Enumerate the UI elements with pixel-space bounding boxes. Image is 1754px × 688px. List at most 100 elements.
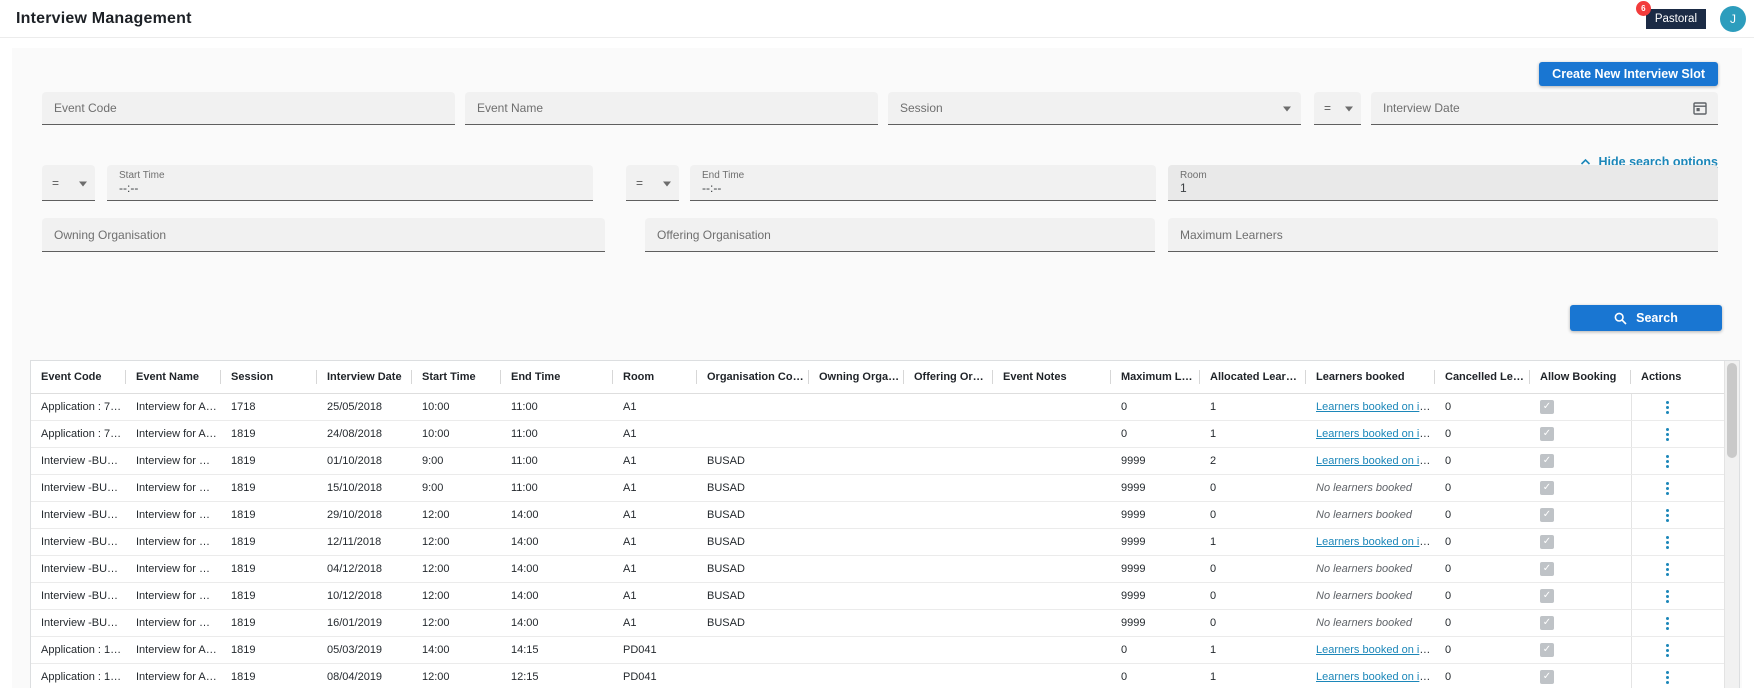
interview-date-operator-select[interactable]: = xyxy=(1314,92,1361,125)
search-button[interactable]: Search xyxy=(1570,305,1722,331)
cell-cancelled-learners: 0 xyxy=(1435,636,1530,663)
offering-organisation-input[interactable]: Offering Organisation xyxy=(645,218,1155,252)
chevron-down-icon xyxy=(1345,107,1353,112)
cell-room: A1 xyxy=(613,555,697,582)
table-scrollbar-thumb[interactable] xyxy=(1727,363,1737,458)
cell-event-code: Interview -BUS A... xyxy=(31,528,126,555)
column-header-cancelled-learners[interactable]: Cancelled Learners xyxy=(1435,361,1530,393)
cell-interview-date: 04/12/2018 xyxy=(317,555,412,582)
row-actions-button[interactable] xyxy=(1660,478,1675,499)
table-row: Interview -BUS A...Interview for Busi...… xyxy=(31,582,1726,609)
cell-event-name: Interview for Appl... xyxy=(126,393,221,420)
owning-organisation-input[interactable]: Owning Organisation xyxy=(42,218,605,252)
row-actions-button[interactable] xyxy=(1660,505,1675,526)
row-actions-button[interactable] xyxy=(1660,424,1675,445)
column-header-event-notes[interactable]: Event Notes xyxy=(993,361,1111,393)
cell-event-notes xyxy=(993,663,1111,688)
column-header-allocated-learners[interactable]: Allocated Learners xyxy=(1200,361,1306,393)
cell-owning-organisation xyxy=(809,636,904,663)
row-actions-button[interactable] xyxy=(1660,586,1675,607)
cell-actions xyxy=(1631,393,1726,420)
cell-room: A1 xyxy=(613,582,697,609)
column-header-maximum-learn[interactable]: Maximum Learn... xyxy=(1111,361,1200,393)
cell-end-time: 14:00 xyxy=(501,501,613,528)
row-actions-button[interactable] xyxy=(1660,667,1675,688)
cell-allow-booking xyxy=(1530,474,1631,501)
column-header-event-name[interactable]: Event Name xyxy=(126,361,221,393)
start-time-label: Start Time xyxy=(119,170,165,181)
cell-session: 1819 xyxy=(221,555,317,582)
column-header-start-time[interactable]: Start Time xyxy=(412,361,501,393)
table-scrollbar[interactable] xyxy=(1724,361,1739,688)
event-name-input[interactable]: Event Name xyxy=(465,92,878,125)
cell-allocated-learners: 2 xyxy=(1200,447,1306,474)
row-actions-button[interactable] xyxy=(1660,397,1675,418)
column-header-organisation-code[interactable]: Organisation Code xyxy=(697,361,809,393)
cell-organisation-code xyxy=(697,393,809,420)
event-code-input[interactable]: Event Code xyxy=(42,92,455,125)
cell-room: PD041 xyxy=(613,663,697,688)
room-input[interactable]: Room 1 xyxy=(1168,165,1718,201)
cell-session: 1819 xyxy=(221,663,317,688)
column-header-end-time[interactable]: End Time xyxy=(501,361,613,393)
cell-event-name: Interview for Appl... xyxy=(126,420,221,447)
cell-room: A1 xyxy=(613,393,697,420)
column-header-learners-booked[interactable]: Learners booked xyxy=(1306,361,1435,393)
start-time-operator-select[interactable]: = xyxy=(42,165,95,201)
cell-organisation-code: BUSAD xyxy=(697,501,809,528)
cell-maximum-learners: 9999 xyxy=(1111,447,1200,474)
offering-organisation-placeholder: Offering Organisation xyxy=(657,228,771,242)
cell-session: 1819 xyxy=(221,420,317,447)
cell-event-name: Interview for Busi... xyxy=(126,609,221,636)
table-row: Interview -BUS A...Interview for Busi...… xyxy=(31,447,1726,474)
allow-booking-checkbox xyxy=(1540,589,1554,603)
learners-booked-link[interactable]: Learners booked on inter... xyxy=(1316,428,1435,440)
row-actions-button[interactable] xyxy=(1660,613,1675,634)
row-actions-button[interactable] xyxy=(1660,559,1675,580)
column-header-event-code[interactable]: Event Code xyxy=(31,361,126,393)
learners-booked-link[interactable]: Learners booked on inter... xyxy=(1316,536,1435,548)
calendar-icon[interactable] xyxy=(1692,100,1708,116)
interview-date-input[interactable]: Interview Date xyxy=(1371,92,1718,125)
cell-interview-date: 16/01/2019 xyxy=(317,609,412,636)
maximum-learners-input[interactable]: Maximum Learners xyxy=(1168,218,1718,252)
cell-learners-booked: Learners booked on inter... xyxy=(1306,447,1435,474)
row-actions-button[interactable] xyxy=(1660,640,1675,661)
start-time-value: --:-- xyxy=(119,181,138,195)
cell-end-time: 11:00 xyxy=(501,393,613,420)
learners-booked-link[interactable]: Learners booked on inter... xyxy=(1316,644,1435,656)
learners-booked-link[interactable]: Learners booked on inter... xyxy=(1316,401,1435,413)
row-actions-button[interactable] xyxy=(1660,451,1675,472)
cell-offering-organisation xyxy=(904,393,993,420)
row-actions-button[interactable] xyxy=(1660,532,1675,553)
learners-booked-link[interactable]: Learners booked on inter... xyxy=(1316,671,1435,683)
avatar[interactable]: J xyxy=(1720,6,1746,32)
cell-session: 1819 xyxy=(221,636,317,663)
end-time-input[interactable]: End Time --:-- xyxy=(690,165,1156,201)
cell-end-time: 11:00 xyxy=(501,447,613,474)
cell-allocated-learners: 1 xyxy=(1200,528,1306,555)
allow-booking-checkbox xyxy=(1540,508,1554,522)
learners-booked-link[interactable]: Learners booked on inter... xyxy=(1316,455,1435,467)
column-header-interview-date[interactable]: Interview Date xyxy=(317,361,412,393)
cell-maximum-learners: 0 xyxy=(1111,420,1200,447)
cell-organisation-code xyxy=(697,636,809,663)
end-time-operator-select[interactable]: = xyxy=(626,165,679,201)
session-select[interactable]: Session xyxy=(888,92,1301,125)
column-header-session[interactable]: Session xyxy=(221,361,317,393)
cell-organisation-code: BUSAD xyxy=(697,447,809,474)
cell-event-notes xyxy=(993,582,1111,609)
cell-interview-date: 05/03/2019 xyxy=(317,636,412,663)
column-header-allow-booking[interactable]: Allow Booking xyxy=(1530,361,1631,393)
column-header-owning-organisa[interactable]: Owning Organisa... xyxy=(809,361,904,393)
cell-maximum-learners: 9999 xyxy=(1111,555,1200,582)
start-time-input[interactable]: Start Time --:-- xyxy=(107,165,593,201)
role-badge[interactable]: 6 Pastoral xyxy=(1646,9,1706,29)
column-header-actions[interactable]: Actions xyxy=(1631,361,1726,393)
table-row: Application : 733...Interview for Appl..… xyxy=(31,393,1726,420)
column-header-room[interactable]: Room xyxy=(613,361,697,393)
cell-interview-date: 24/08/2018 xyxy=(317,420,412,447)
column-header-offering-organis[interactable]: Offering Organis... xyxy=(904,361,993,393)
create-new-interview-slot-button[interactable]: Create New Interview Slot xyxy=(1539,62,1718,86)
cell-interview-date: 01/10/2018 xyxy=(317,447,412,474)
